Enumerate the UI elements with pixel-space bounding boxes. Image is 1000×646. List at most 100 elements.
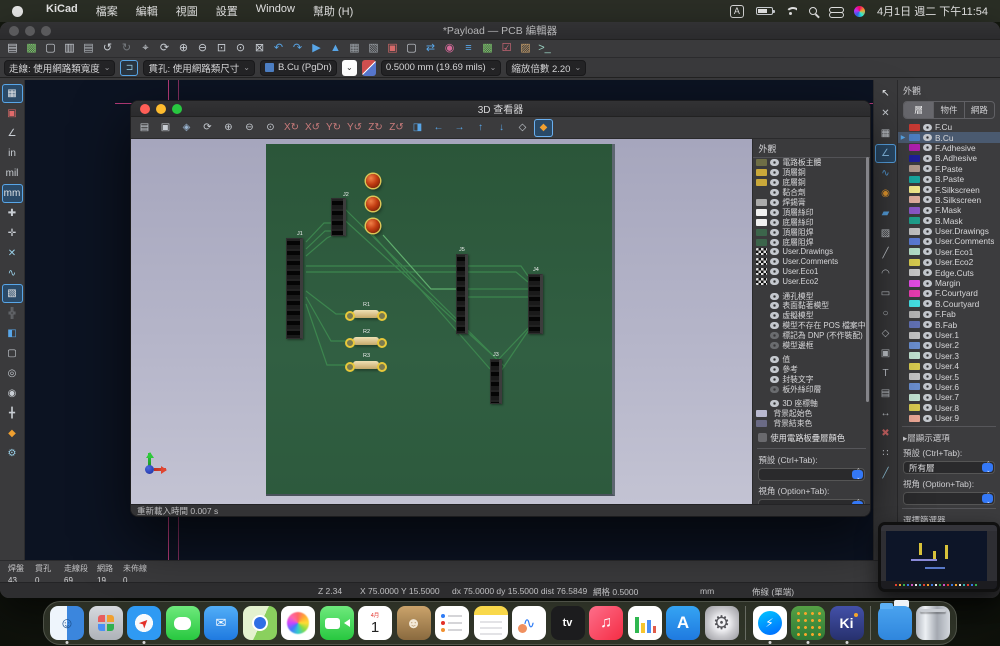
app-store-icon[interactable]: A — [666, 606, 700, 640]
visibility-eye-icon[interactable] — [770, 302, 779, 309]
dimension-tool-icon[interactable]: ↔ — [875, 404, 896, 423]
visibility-eye-icon[interactable] — [923, 207, 932, 214]
layer-dropdown-button[interactable]: ⌄ — [342, 60, 357, 76]
menu-help[interactable]: 幫助 (H) — [313, 3, 353, 19]
layer-row[interactable]: ▶ User.Comments — [898, 236, 1000, 246]
viewer-layer-row[interactable]: 值 — [753, 355, 870, 365]
rule-area-icon[interactable]: ▨ — [875, 224, 896, 243]
menu-file[interactable]: 檔案 — [96, 3, 118, 19]
layer-color-swatch[interactable] — [909, 342, 920, 349]
input-source-icon[interactable]: A — [730, 5, 744, 18]
visibility-eye-icon[interactable] — [923, 269, 932, 276]
visibility-eye-icon[interactable] — [923, 186, 932, 193]
layer-pair-icon[interactable] — [362, 60, 376, 76]
mirror-v-icon[interactable]: ▲ — [327, 41, 344, 56]
layer-row[interactable]: ▶ B.Courtyard — [898, 299, 1000, 309]
visibility-eye-icon[interactable] — [923, 124, 932, 131]
board-setup-icon[interactable]: ▩ — [23, 41, 40, 56]
lock-icon[interactable]: ▣ — [384, 41, 401, 56]
menu-clock[interactable]: 4月1日 週二 下午11:54 — [877, 3, 988, 19]
apple-tv-icon[interactable]: tv — [551, 606, 585, 640]
visibility-eye-icon[interactable] — [923, 352, 932, 359]
layer-row[interactable]: ▶ User.6 — [898, 382, 1000, 392]
viewer-layer-row[interactable]: User.Drawings — [753, 247, 870, 257]
viewer-layer-row[interactable]: 底層阻焊 — [753, 237, 870, 247]
layer-color-swatch[interactable] — [909, 186, 920, 193]
layer-row[interactable]: ▶ User.8 — [898, 403, 1000, 413]
layer-color-swatch[interactable] — [909, 311, 920, 318]
dim-tracks-icon[interactable]: ╬ — [2, 304, 23, 323]
scrollbar[interactable] — [866, 157, 869, 402]
layer-color-swatch[interactable] — [909, 259, 920, 266]
layer-row[interactable]: ▶ User.4 — [898, 361, 1000, 371]
drc-icon[interactable]: ☑ — [498, 41, 515, 56]
layer-color-swatch[interactable] — [909, 363, 920, 370]
layer-color-swatch[interactable] — [909, 144, 920, 151]
plot-icon[interactable]: ▤ — [80, 41, 97, 56]
viewer-layer-row[interactable]: 電路板主體 — [753, 158, 870, 168]
visibility-eye-icon[interactable] — [923, 176, 932, 183]
visibility-eye-icon[interactable] — [770, 386, 779, 393]
visibility-eye-icon[interactable] — [923, 415, 932, 422]
track-width-select[interactable]: 走線: 使用網路類寬度⌄ — [4, 60, 115, 76]
menu-window[interactable]: Window — [256, 3, 295, 19]
layer-row[interactable]: ▶ B.Paste — [898, 174, 1000, 184]
polar-coords-icon[interactable]: ∠ — [2, 124, 23, 143]
textbox-tool-icon[interactable]: ▤ — [875, 384, 896, 403]
wifi-icon[interactable] — [785, 7, 797, 16]
rotate-z-ccw-icon[interactable]: Z↺ — [387, 119, 406, 137]
layer-color-swatch[interactable] — [909, 248, 920, 255]
footprint-display-icon[interactable]: ◧ — [2, 324, 23, 343]
viewer-layer-row[interactable]: User.Eco2 — [753, 277, 870, 287]
layer-color-swatch[interactable] — [909, 352, 920, 359]
copy-image-icon[interactable]: ▣ — [156, 119, 175, 137]
visibility-eye-icon[interactable] — [770, 356, 779, 363]
apple-menu-icon[interactable] — [12, 6, 23, 17]
visibility-eye-icon[interactable] — [770, 219, 779, 226]
reminders-icon[interactable] — [435, 606, 469, 640]
launchpad-icon[interactable] — [89, 606, 123, 640]
layer-row[interactable]: ▶ B.Cu — [898, 132, 1000, 142]
visibility-eye-icon[interactable] — [770, 199, 779, 206]
reload-board-icon[interactable]: ◈ — [177, 119, 196, 137]
visibility-eye-icon[interactable] — [923, 259, 932, 266]
visibility-eye-icon[interactable] — [770, 268, 779, 275]
unlock-icon[interactable]: ▢ — [403, 41, 420, 56]
viewer-layer-row[interactable]: 黏合劑 — [753, 188, 870, 198]
refresh-view-icon[interactable]: ⟳ — [198, 119, 217, 137]
pan-down-icon[interactable]: ↓ — [492, 119, 511, 137]
layer-color-swatch[interactable] — [909, 290, 920, 297]
mail-icon[interactable]: ✉ — [204, 606, 238, 640]
layer-color-swatch[interactable] — [909, 176, 920, 183]
tune-length-icon[interactable]: ∿ — [875, 164, 896, 183]
pcb-app-icon[interactable] — [791, 606, 825, 640]
layer-color-swatch[interactable] — [909, 207, 920, 214]
facetime-icon[interactable] — [320, 606, 354, 640]
grid-select[interactable]: 0.5000 mm (19.69 mils)⌄ — [381, 60, 502, 76]
arc-tool-icon[interactable]: ◠ — [875, 264, 896, 283]
layer-row[interactable]: ▶ User.Eco2 — [898, 257, 1000, 267]
viewer-viewport-select[interactable] — [758, 499, 865, 504]
rotate-ccw-icon[interactable]: ↶ — [270, 41, 287, 56]
footprint-check-icon[interactable]: ◉ — [441, 41, 458, 56]
pcb-titlebar[interactable]: *Payload — PCB 編輯器 — [0, 22, 1000, 40]
visibility-eye-icon[interactable] — [770, 332, 779, 339]
visibility-eye-icon[interactable] — [923, 144, 932, 151]
siri-icon[interactable] — [854, 6, 865, 17]
units-mil-icon[interactable]: mil — [2, 164, 23, 183]
grid-toggle-icon[interactable]: ▦ — [2, 84, 23, 103]
menu-kicad[interactable]: KiCad — [46, 3, 78, 19]
visibility-eye-icon[interactable] — [770, 278, 779, 285]
units-inch-icon[interactable]: in — [2, 144, 23, 163]
layer-color-swatch[interactable] — [909, 228, 920, 235]
window-preview-thumbnail[interactable] — [878, 522, 1000, 592]
zoom-out-icon[interactable]: ⊖ — [240, 119, 259, 137]
cursor-shape-icon[interactable]: ✚ — [2, 204, 23, 223]
place-via-icon[interactable]: ◉ — [875, 184, 896, 203]
rect-tool-icon[interactable]: ▭ — [875, 284, 896, 303]
tab-nets[interactable]: 網路 — [965, 102, 994, 118]
viewer-layer-row[interactable]: User.Comments — [753, 257, 870, 267]
visibility-eye-icon[interactable] — [923, 311, 932, 318]
viewer-layer-row[interactable]: 板外絲印層 — [753, 385, 870, 395]
layer-color-swatch[interactable] — [909, 165, 920, 172]
